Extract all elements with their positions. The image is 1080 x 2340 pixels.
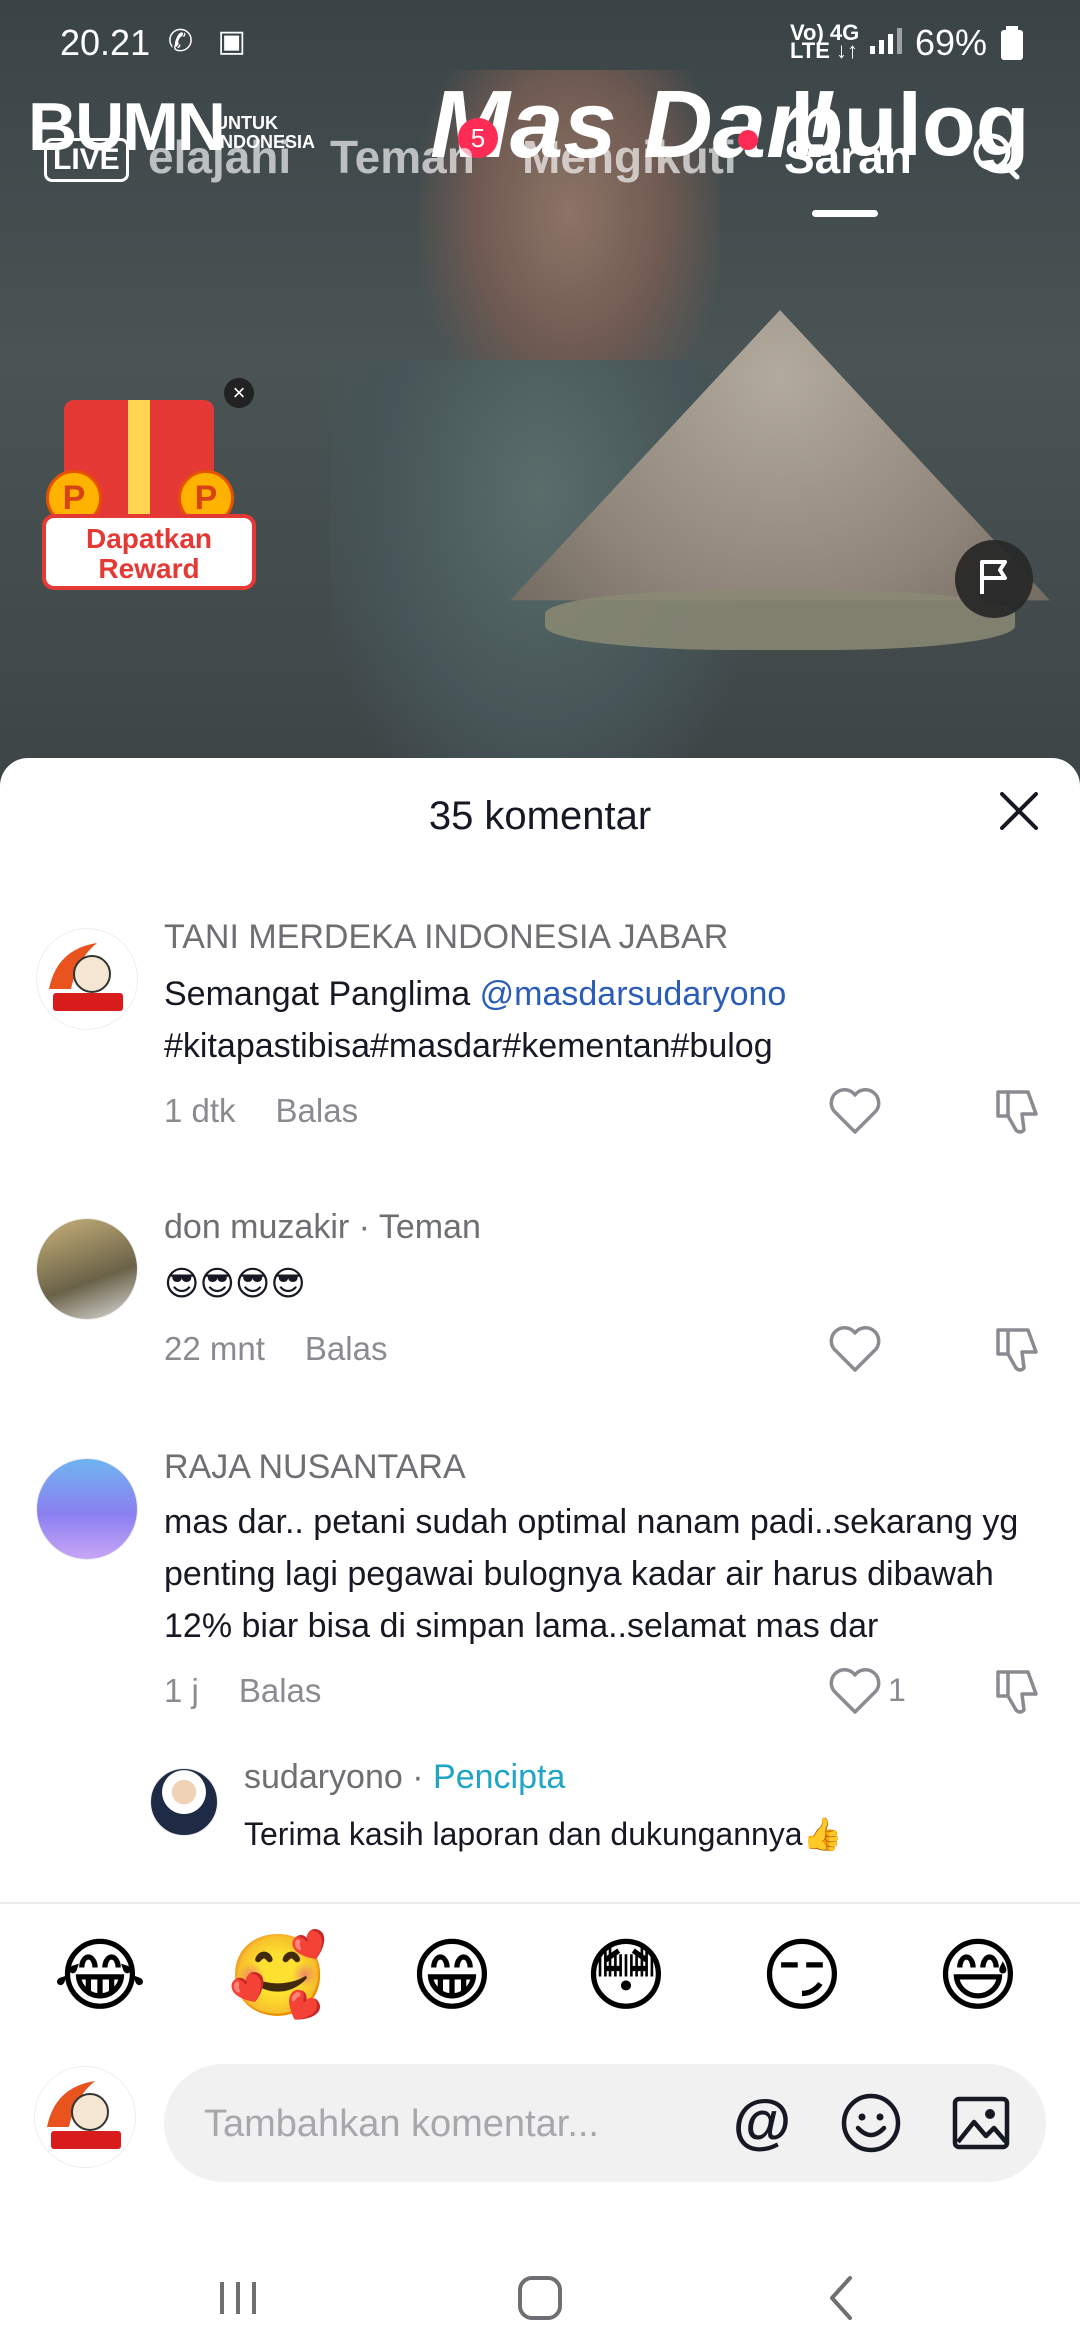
tab-notification-dot xyxy=(738,130,758,150)
separator-dot: · xyxy=(412,1758,424,1796)
comment-text: mas dar.. petani sudah optimal nanam pad… xyxy=(164,1503,1019,1645)
comment-text: 😎😎😎😎 xyxy=(164,1265,306,1303)
tab-teman[interactable]: Teman xyxy=(330,130,475,184)
home-icon[interactable] xyxy=(510,2268,570,2328)
emoji-hearts[interactable]: 🥰 xyxy=(228,1928,328,2024)
reply-button[interactable]: Balas xyxy=(276,1092,359,1129)
comment-time: 1 dtk xyxy=(164,1092,236,1129)
tani-merdeka-logo xyxy=(47,2081,121,2149)
gift-ribbon xyxy=(128,400,150,520)
network-indicator: Vo) 4G LTE ↓↑ xyxy=(790,22,859,63)
avatar[interactable] xyxy=(36,928,138,1030)
reward-widget[interactable]: P P Dapatkan Reward × xyxy=(24,378,256,600)
dislike-icon[interactable] xyxy=(990,1664,1044,1718)
reply-button[interactable]: Balas xyxy=(305,1330,388,1367)
tab-jelajahi[interactable]: elajahi xyxy=(148,130,291,184)
search-icon[interactable] xyxy=(970,130,1020,180)
like-count: 1 xyxy=(888,1672,906,1708)
back-icon[interactable] xyxy=(812,2268,872,2328)
emoji-grin[interactable]: 😁 xyxy=(404,1928,500,2024)
comment-author[interactable]: RAJA NUSANTARA xyxy=(164,1448,466,1487)
heart-icon[interactable] xyxy=(828,1324,882,1374)
tab-saran[interactable]: Saran xyxy=(784,130,912,184)
comment-mention[interactable]: @masdarsudaryono xyxy=(480,975,787,1013)
network-bottom: LTE ↓↑ xyxy=(790,38,859,63)
reply-author-row: sudaryono · Pencipta xyxy=(244,1758,565,1797)
tab-mengikuti[interactable]: Mengikuti xyxy=(522,130,737,184)
signal-icon xyxy=(870,28,902,54)
emoji-flushed[interactable]: 😳 xyxy=(578,1928,674,2024)
video-hat-band xyxy=(545,590,1015,650)
reward-label: Dapatkan Reward xyxy=(42,514,256,590)
comment-author[interactable]: sudaryono xyxy=(244,1758,403,1796)
comment-time: 22 mnt xyxy=(164,1330,265,1367)
comment-meta: 1 dtk Balas xyxy=(164,1092,358,1130)
tani-merdeka-logo xyxy=(49,943,123,1011)
comment-input[interactable] xyxy=(202,2064,706,2184)
comment-meta: 22 mnt Balas xyxy=(164,1330,387,1368)
dislike-icon[interactable] xyxy=(990,1322,1044,1376)
emoji-laugh[interactable]: 😂 xyxy=(52,1928,148,2024)
status-bar: 20.21 ✆ ▣ Vo) 4G LTE ↓↑ 69% xyxy=(0,18,1080,68)
active-tab-indicator xyxy=(812,210,878,217)
emoji-sweat-smile[interactable]: 😅 xyxy=(930,1928,1026,2024)
notification-icons: ✆ ▣ xyxy=(168,25,254,58)
comment-hashtags[interactable]: #kitapastibisa#masdar#kementan#bulog xyxy=(164,1027,773,1065)
comment-text-prefix: Semangat Panglima xyxy=(164,975,480,1013)
creator-tag: Pencipta xyxy=(433,1758,566,1796)
close-icon[interactable] xyxy=(994,786,1044,836)
emoji-picker-icon[interactable] xyxy=(840,2092,902,2154)
status-time: 20.21 xyxy=(60,22,151,63)
my-avatar[interactable] xyxy=(34,2066,136,2168)
comments-sheet: 35 komentar TANI MERDEKA INDONESIA JABAR… xyxy=(0,758,1080,2340)
comment-author[interactable]: don muzakir xyxy=(164,1208,349,1246)
image-attach-icon[interactable] xyxy=(950,2092,1012,2154)
emoji-smirk[interactable]: 😏 xyxy=(754,1928,850,2024)
mention-at-icon[interactable]: @ xyxy=(730,2090,794,2154)
comments-count-title: 35 komentar xyxy=(428,794,652,838)
comment-meta: 1 j Balas xyxy=(164,1672,321,1710)
quick-emoji-bar: 😂 🥰 😁 😳 😏 😅 xyxy=(0,1928,1080,2038)
comment-time: 1 j xyxy=(164,1672,199,1709)
comment-author[interactable]: TANI MERDEKA INDONESIA JABAR xyxy=(164,918,728,957)
heart-icon[interactable] xyxy=(828,1086,882,1136)
live-button[interactable]: LIVE xyxy=(44,138,129,182)
battery-level: 69% xyxy=(915,22,988,63)
reply-button[interactable]: Balas xyxy=(239,1672,322,1709)
divider xyxy=(0,1902,1080,1904)
reward-close-icon[interactable]: × xyxy=(224,378,254,408)
avatar[interactable] xyxy=(36,1218,138,1320)
friend-tag: Teman xyxy=(378,1208,481,1246)
avatar[interactable] xyxy=(150,1768,218,1836)
top-navigation: LIVE elajahi Teman Mengikuti Saran xyxy=(0,120,1080,217)
battery-icon xyxy=(1001,26,1023,60)
heart-icon[interactable] xyxy=(828,1666,882,1716)
avatar[interactable] xyxy=(36,1458,138,1560)
comment-composer: @ xyxy=(0,2058,1080,2188)
comment-author-row: don muzakir · Teman xyxy=(164,1208,481,1247)
recent-apps-icon[interactable] xyxy=(208,2268,268,2328)
comment-text: Semangat Panglima @masdarsudaryono #kita… xyxy=(164,968,1044,1072)
separator-dot: · xyxy=(358,1208,370,1246)
reply-text: Terima kasih laporan dan dukungannya👍 xyxy=(244,1816,843,1852)
report-flag-icon[interactable] xyxy=(955,540,1033,618)
dislike-icon[interactable] xyxy=(990,1084,1044,1138)
comment-input-box: @ xyxy=(164,2064,1046,2184)
system-navigation-bar xyxy=(0,2250,1080,2340)
